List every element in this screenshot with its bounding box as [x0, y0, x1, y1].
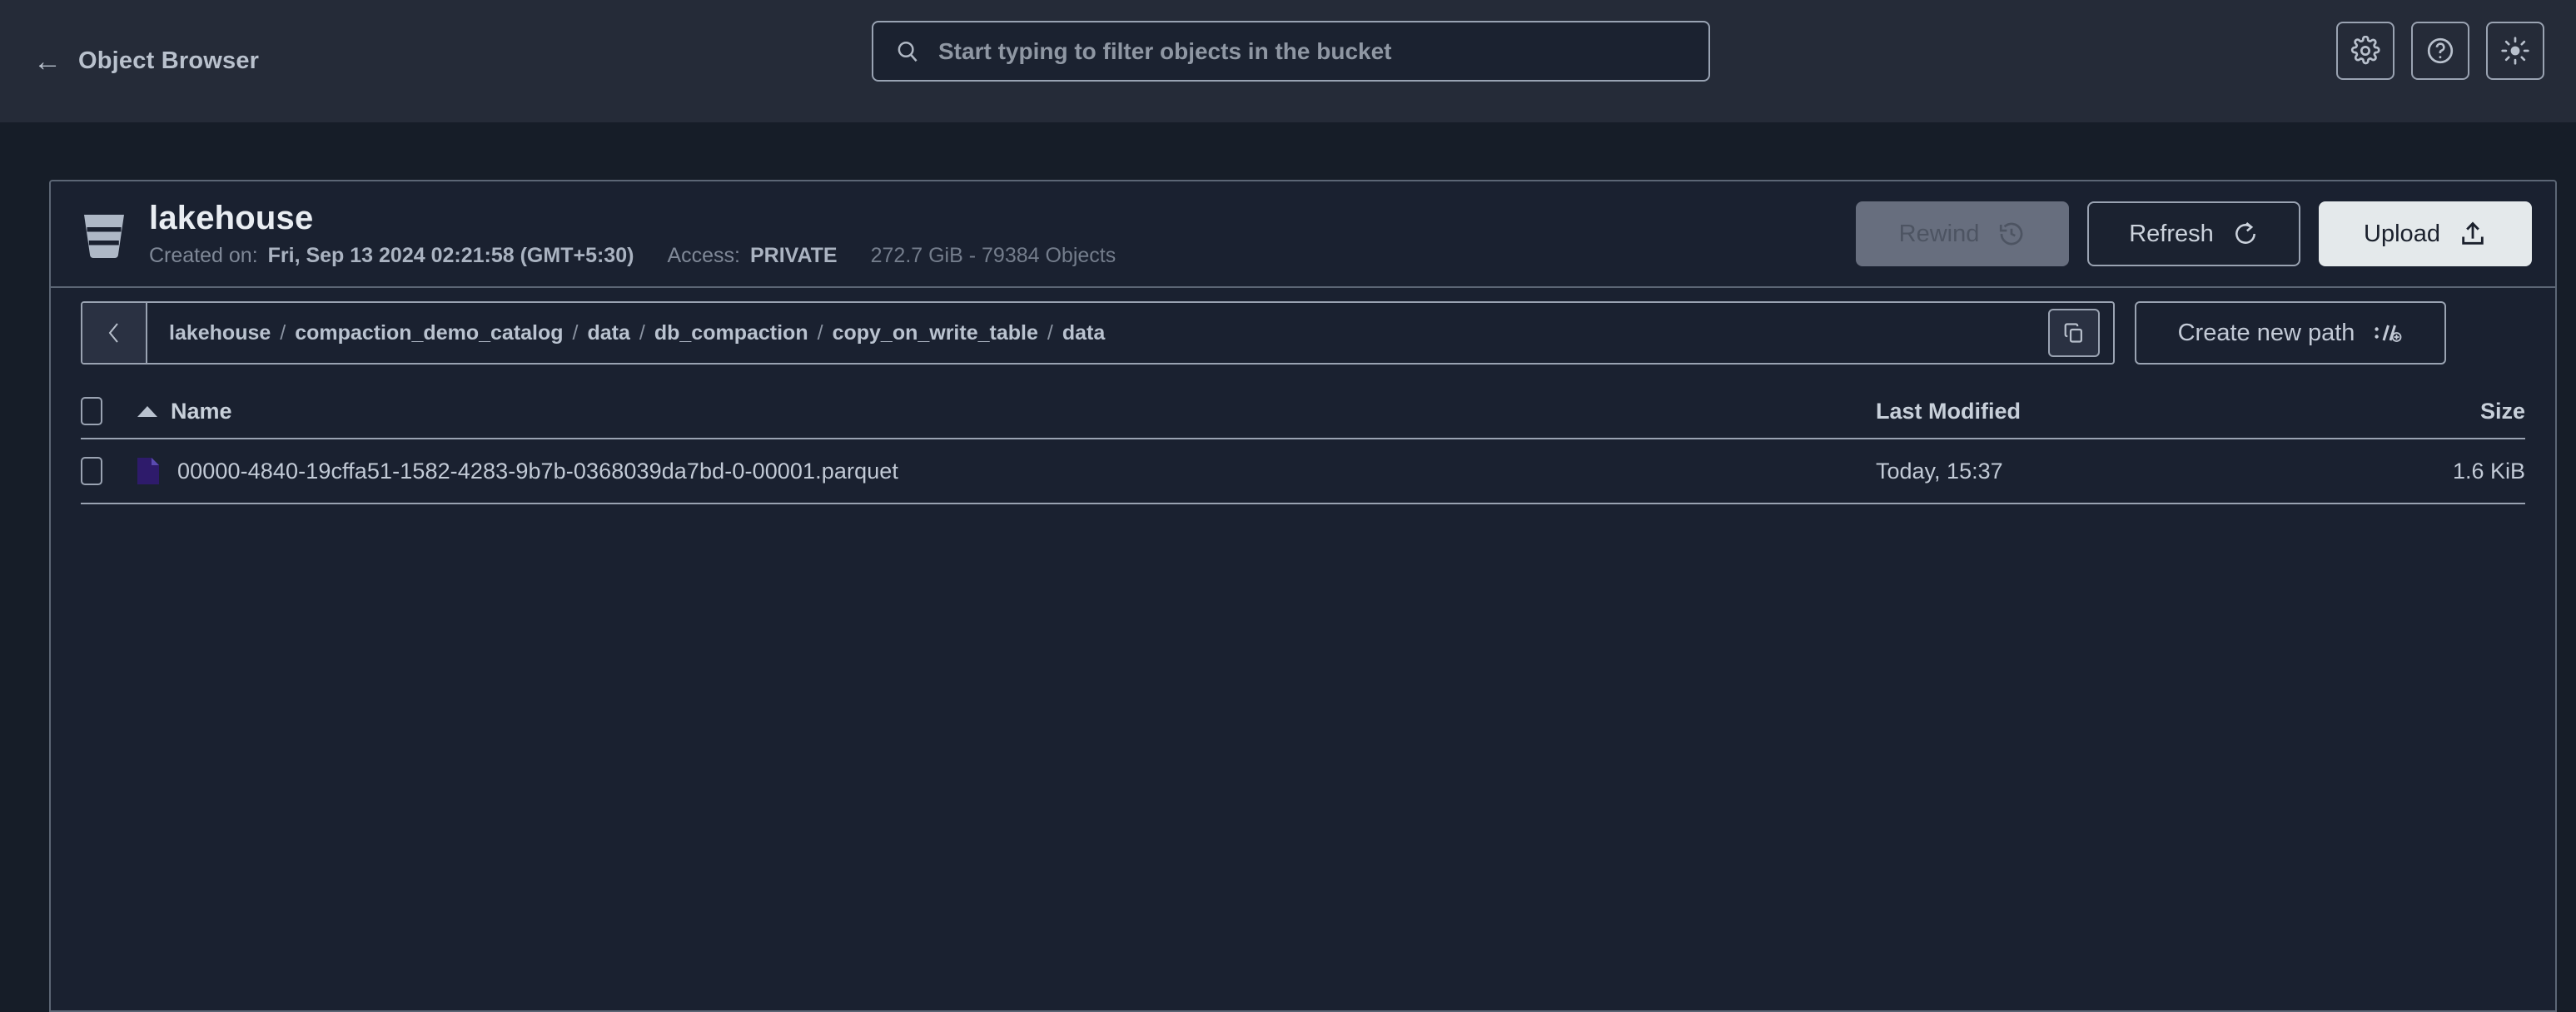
- settings-button[interactable]: [2336, 22, 2394, 80]
- column-header-size-label: Size: [2479, 398, 2525, 424]
- access-label: Access:: [667, 244, 740, 267]
- theme-toggle-button[interactable]: [2486, 22, 2544, 80]
- object-last-modified: Today, 15:37: [1876, 458, 2003, 484]
- breadcrumb-item-0[interactable]: lakehouse: [169, 321, 271, 345]
- bucket-metadata: Created on: Fri, Sep 13 2024 02:21:58 (G…: [149, 244, 1116, 268]
- gear-icon: [2350, 36, 2380, 65]
- refresh-button[interactable]: Refresh: [2087, 201, 2300, 266]
- search-input-placeholder[interactable]: Start typing to filter objects in the bu…: [938, 38, 1392, 65]
- sun-icon: [2501, 37, 2529, 65]
- select-all-cell: [81, 397, 137, 425]
- row-checkbox[interactable]: [81, 457, 102, 485]
- bucket-action-buttons: Rewind Refresh Upload: [1856, 201, 2532, 266]
- created-on-label: Created on:: [149, 244, 258, 267]
- column-header-last-modified-label: Last Modified: [1876, 398, 2021, 424]
- column-header-last-modified[interactable]: Last Modified: [1876, 399, 2409, 424]
- path-toolbar: lakehouse / compaction_demo_catalog / da…: [51, 288, 2555, 375]
- breadcrumb-separator: /: [639, 320, 645, 345]
- upload-button-label: Upload: [2364, 220, 2440, 247]
- breadcrumb-separator: /: [1047, 320, 1053, 345]
- breadcrumb-item-5[interactable]: data: [1062, 321, 1105, 345]
- path-back-button[interactable]: [82, 303, 147, 363]
- table-row[interactable]: 00000-4840-19cffa51-1582-4283-9b7b-03680…: [81, 439, 2525, 504]
- breadcrumb-item-1[interactable]: compaction_demo_catalog: [295, 321, 563, 345]
- bucket-stats: 272.7 GiB - 79384 Objects: [870, 244, 1116, 267]
- path-add-icon: [2375, 325, 2402, 342]
- search-icon: [898, 41, 918, 62]
- access-value: PRIVATE: [749, 244, 838, 267]
- object-table: Name Last Modified Size 00000-4840-19cff…: [81, 384, 2525, 504]
- copy-icon: [2064, 323, 2082, 343]
- create-new-path-button[interactable]: Create new path: [2135, 301, 2446, 365]
- rewind-button[interactable]: Rewind: [1856, 201, 2069, 266]
- breadcrumb-item-4[interactable]: copy_on_write_table: [833, 321, 1038, 345]
- page-title: Object Browser: [78, 47, 260, 74]
- upload-icon: [2462, 221, 2484, 245]
- row-size-cell: 1.6 KiB: [2409, 459, 2525, 484]
- column-header-size[interactable]: Size: [2409, 399, 2525, 424]
- column-header-name[interactable]: Name: [137, 399, 1876, 424]
- object-name[interactable]: 00000-4840-19cffa51-1582-4283-9b7b-03680…: [177, 459, 898, 484]
- help-button[interactable]: [2411, 22, 2469, 80]
- search-bar[interactable]: Start typing to filter objects in the bu…: [872, 21, 1710, 82]
- refresh-button-label: Refresh: [2129, 220, 2214, 247]
- top-header-bar: ← Object Browser Start typing to filter …: [0, 0, 2576, 122]
- path-bar: lakehouse / compaction_demo_catalog / da…: [81, 301, 2115, 365]
- create-new-path-label: Create new path: [2177, 319, 2355, 346]
- row-last-modified-cell: Today, 15:37: [1876, 459, 2409, 484]
- sort-asc-icon: [137, 405, 157, 417]
- header-action-buttons: [2336, 22, 2544, 80]
- upload-button[interactable]: Upload: [2319, 201, 2532, 266]
- object-size: 1.6 KiB: [2452, 458, 2525, 484]
- created-on-value: Fri, Sep 13 2024 02:21:58 (GMT+5:30): [267, 244, 634, 267]
- row-select-cell: [81, 457, 137, 485]
- bucket-browser-panel: lakehouse Created on: Fri, Sep 13 2024 0…: [49, 180, 2557, 1012]
- rewind-button-label: Rewind: [1898, 220, 1980, 247]
- bucket-name: lakehouse: [149, 200, 314, 236]
- breadcrumb: lakehouse / compaction_demo_catalog / da…: [147, 321, 2048, 345]
- help-circle-icon: [2427, 37, 2454, 64]
- back-to-object-browser[interactable]: ← Object Browser: [33, 47, 259, 76]
- bucket-title-block: lakehouse Created on: Fri, Sep 13 2024 0…: [149, 200, 1116, 268]
- parquet-file-icon: [137, 458, 159, 484]
- breadcrumb-separator: /: [817, 320, 823, 345]
- chevron-left-icon: [108, 323, 118, 343]
- rewind-clock-icon: [2000, 222, 2023, 246]
- bucket-icon: [84, 215, 124, 258]
- select-all-checkbox[interactable]: [81, 397, 102, 425]
- breadcrumb-separator: /: [572, 320, 579, 345]
- bucket-header: lakehouse Created on: Fri, Sep 13 2024 0…: [51, 181, 2555, 288]
- row-name-cell: 00000-4840-19cffa51-1582-4283-9b7b-03680…: [137, 458, 1876, 484]
- column-header-name-label: Name: [171, 398, 232, 424]
- breadcrumb-item-2[interactable]: data: [588, 321, 630, 345]
- refresh-icon: [2235, 221, 2255, 244]
- breadcrumb-item-3[interactable]: db_compaction: [654, 321, 808, 345]
- copy-path-button[interactable]: [2048, 309, 2100, 357]
- arrow-left-icon[interactable]: ←: [33, 47, 62, 76]
- breadcrumb-separator: /: [280, 320, 286, 345]
- table-header-row: Name Last Modified Size: [81, 384, 2525, 439]
